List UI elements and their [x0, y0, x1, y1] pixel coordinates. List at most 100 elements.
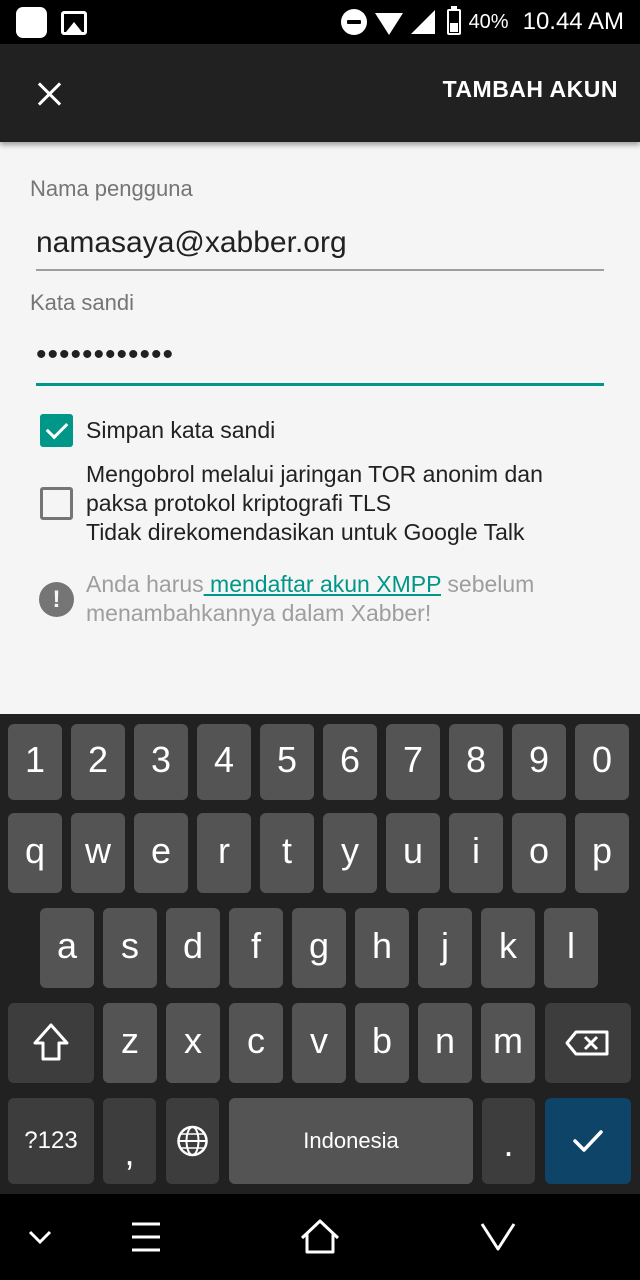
- key-g[interactable]: g: [292, 908, 346, 988]
- tor-label[interactable]: Mengobrol melalui jaringan TOR anonim da…: [86, 460, 543, 547]
- key-label: n: [434, 1020, 456, 1061]
- password-field[interactable]: ••••••••••••: [36, 338, 604, 372]
- back-icon[interactable]: [476, 1194, 520, 1280]
- key-label: z: [121, 1020, 139, 1061]
- key-8[interactable]: 8: [449, 724, 503, 800]
- key-label: v: [310, 1020, 328, 1061]
- clock: 10.44 AM: [522, 8, 624, 35]
- key-0[interactable]: 0: [575, 724, 629, 800]
- action-bar: TAMBAH AKUN: [0, 44, 640, 142]
- username-label: Nama pengguna: [30, 176, 193, 201]
- key-label: 5: [276, 739, 298, 780]
- key-label: 3: [150, 739, 172, 780]
- key-s[interactable]: s: [103, 908, 157, 988]
- key-c[interactable]: c: [229, 1003, 283, 1083]
- key-l[interactable]: l: [544, 908, 598, 988]
- key-6[interactable]: 6: [323, 724, 377, 800]
- key-5[interactable]: 5: [260, 724, 314, 800]
- shift-key[interactable]: [8, 1003, 94, 1083]
- key-label: a: [56, 925, 78, 966]
- key-w[interactable]: w: [71, 813, 125, 893]
- key-label: 8: [465, 739, 487, 780]
- tor-checkbox[interactable]: [40, 487, 73, 520]
- key-q[interactable]: q: [8, 813, 62, 893]
- key-1[interactable]: 1: [8, 724, 62, 800]
- key-label: x: [184, 1020, 202, 1061]
- key-label: o: [528, 830, 550, 871]
- key-y[interactable]: y: [323, 813, 377, 893]
- space-key[interactable]: Indonesia: [229, 1098, 473, 1184]
- key-n[interactable]: n: [418, 1003, 472, 1083]
- period-key[interactable]: .: [482, 1098, 535, 1184]
- key-f[interactable]: f: [229, 908, 283, 988]
- key-label: y: [341, 830, 359, 871]
- key-j[interactable]: j: [418, 908, 472, 988]
- key-label: 7: [402, 739, 424, 780]
- key-u[interactable]: u: [386, 813, 440, 893]
- key-label: u: [402, 830, 424, 871]
- key-label: 2: [87, 739, 109, 780]
- key-label: 1: [24, 739, 46, 780]
- key-label: j: [441, 925, 449, 966]
- battery-icon: [446, 6, 461, 35]
- username-field[interactable]: namasaya@xabber.org: [36, 226, 604, 260]
- save-password-label[interactable]: Simpan kata sandi: [86, 416, 275, 445]
- add-account-button[interactable]: TAMBAH AKUN: [443, 76, 618, 103]
- key-e[interactable]: e: [134, 813, 188, 893]
- navigation-bar: [0, 1194, 640, 1280]
- key-9[interactable]: 9: [512, 724, 566, 800]
- username-underline: [36, 269, 604, 271]
- menu-icon[interactable]: [126, 1194, 166, 1280]
- key-label: 0: [591, 739, 613, 780]
- key-label: b: [371, 1020, 393, 1061]
- key-7[interactable]: 7: [386, 724, 440, 800]
- key-label: i: [472, 830, 480, 871]
- key-b[interactable]: b: [355, 1003, 409, 1083]
- key-d[interactable]: d: [166, 908, 220, 988]
- key-z[interactable]: z: [103, 1003, 157, 1083]
- done-key[interactable]: [545, 1098, 631, 1184]
- key-label: r: [218, 830, 230, 871]
- key-x[interactable]: x: [166, 1003, 220, 1083]
- key-label: m: [493, 1020, 523, 1061]
- key-h[interactable]: h: [355, 908, 409, 988]
- home-icon[interactable]: [298, 1194, 342, 1280]
- key-r[interactable]: r: [197, 813, 251, 893]
- key-label: p: [591, 830, 613, 871]
- language-key[interactable]: [166, 1098, 219, 1184]
- key-label: k: [499, 925, 517, 966]
- system-icons: 40% 10.44 AM: [340, 0, 624, 44]
- alert-icon: !: [39, 582, 74, 617]
- password-underline: [36, 383, 604, 386]
- key-3[interactable]: 3: [134, 724, 188, 800]
- key-m[interactable]: m: [481, 1003, 535, 1083]
- soft-keyboard: 1234567890 qwertyuiop asdfghjkl zxcvbnm …: [0, 714, 640, 1194]
- key-2[interactable]: 2: [71, 724, 125, 800]
- comma-key[interactable]: ,: [103, 1098, 156, 1184]
- wifi-icon: [374, 13, 403, 35]
- key-a[interactable]: a: [40, 908, 94, 988]
- key-v[interactable]: v: [292, 1003, 346, 1083]
- key-o[interactable]: o: [512, 813, 566, 893]
- notification-icons: [16, 7, 87, 38]
- key-label: 4: [213, 739, 235, 780]
- key-label: q: [24, 830, 46, 871]
- backspace-key[interactable]: [545, 1003, 631, 1083]
- key-p[interactable]: p: [575, 813, 629, 893]
- app-notification-icon: [16, 7, 47, 38]
- key-4[interactable]: 4: [197, 724, 251, 800]
- key-t[interactable]: t: [260, 813, 314, 893]
- save-password-checkbox[interactable]: [40, 414, 73, 447]
- symbols-key[interactable]: ?123: [8, 1098, 94, 1184]
- status-bar: 40% 10.44 AM: [0, 0, 640, 44]
- close-icon[interactable]: [22, 66, 76, 120]
- register-xmpp-link[interactable]: mendaftar akun XMPP: [204, 571, 441, 597]
- key-label: t: [281, 830, 292, 871]
- key-i[interactable]: i: [449, 813, 503, 893]
- cell-signal-icon: [410, 10, 435, 34]
- shift-icon: [33, 1023, 69, 1061]
- register-info-text: Anda harus mendaftar akun XMPP sebelum m…: [86, 570, 616, 628]
- chevron-down-icon[interactable]: [20, 1194, 60, 1280]
- password-label: Kata sandi: [30, 290, 134, 315]
- key-k[interactable]: k: [481, 908, 535, 988]
